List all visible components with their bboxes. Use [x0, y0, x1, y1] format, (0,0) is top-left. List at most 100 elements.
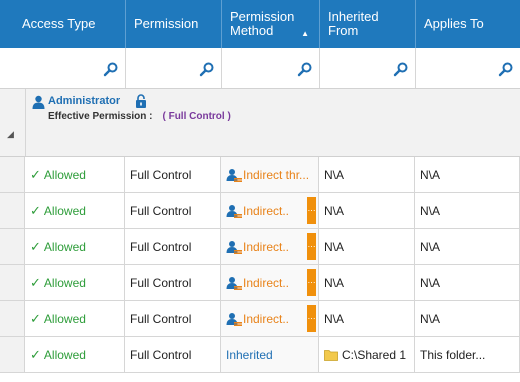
filter-permission[interactable]: [126, 48, 222, 88]
permission-method-link[interactable]: Indirect thr...: [243, 168, 309, 182]
access-type-cell[interactable]: ✓ Allowed: [25, 265, 125, 300]
search-icon[interactable]: [199, 61, 215, 77]
table-row[interactable]: ✓ Allowed Full Control Indirect.. ⋯ N\A N…: [0, 229, 520, 265]
inherited-from-cell[interactable]: N\A: [319, 265, 415, 300]
group-users-icon: [226, 276, 242, 290]
checkmark-icon: ✓: [30, 310, 41, 326]
inherited-from-cell[interactable]: N\A: [319, 193, 415, 228]
ellipsis-icon[interactable]: ⋯: [307, 233, 316, 260]
access-type-cell[interactable]: ✓ Allowed: [25, 337, 125, 372]
applies-to-cell[interactable]: N\A: [415, 157, 520, 192]
access-type-cell[interactable]: ✓ Allowed: [25, 157, 125, 192]
access-type-value: Allowed: [43, 275, 86, 290]
table-row[interactable]: ✓ Allowed Full Control Indirect thr... N\…: [0, 157, 520, 193]
column-header-permission-method[interactable]: Permission Method ▲: [222, 0, 320, 48]
access-type-cell[interactable]: ✓ Allowed: [25, 193, 125, 228]
table-row[interactable]: ✓ Allowed Full Control Indirect.. ⋯ N\A N…: [0, 265, 520, 301]
inherited-from-cell[interactable]: N\A: [319, 157, 415, 192]
permission-method-cell[interactable]: Indirect.. ⋯: [221, 301, 319, 336]
inherited-from-value: N\A: [324, 167, 345, 182]
inherited-from-value: C:\Shared 1: [342, 347, 407, 362]
inherited-from-value: N\A: [324, 239, 345, 254]
row-indent: [0, 229, 25, 264]
expand-caret-icon[interactable]: ◢: [7, 129, 14, 140]
checkmark-icon: ✓: [30, 274, 41, 290]
permission-value: Full Control: [130, 239, 192, 254]
permission-method-cell[interactable]: Indirect.. ⋯: [221, 193, 319, 228]
permission-cell[interactable]: Full Control: [125, 229, 221, 264]
lock-icon: [136, 94, 146, 108]
checkmark-icon: ✓: [30, 346, 41, 362]
permission-value: Full Control: [130, 275, 192, 290]
checkmark-icon: ✓: [30, 238, 41, 254]
column-header-label: Permission: [134, 16, 199, 31]
inherited-from-cell[interactable]: C:\Shared 1: [319, 337, 415, 372]
applies-to-cell[interactable]: N\A: [415, 301, 520, 336]
permission-method-link[interactable]: Indirect..: [243, 204, 289, 218]
group-expander[interactable]: ◢: [0, 89, 26, 156]
filter-applies-to[interactable]: [416, 48, 520, 88]
access-type-value: Allowed: [43, 167, 86, 182]
permission-method-link[interactable]: Indirect..: [243, 276, 289, 290]
permission-method-link[interactable]: Inherited: [226, 348, 273, 362]
permission-cell[interactable]: Full Control: [125, 193, 221, 228]
row-indent: [0, 193, 25, 228]
row-indent: [0, 157, 25, 192]
column-header-label: Applies To: [424, 16, 484, 31]
search-icon[interactable]: [393, 61, 409, 77]
filter-row: [0, 48, 520, 89]
group-user-name: Administrator: [48, 95, 121, 107]
access-type-value: Allowed: [43, 203, 86, 218]
applies-to-cell[interactable]: This folder...: [415, 337, 520, 372]
column-header-inherited-from[interactable]: Inherited From: [320, 0, 416, 48]
permission-method-cell[interactable]: Indirect.. ⋯: [221, 229, 319, 264]
access-type-value: Allowed: [43, 311, 86, 326]
table-row[interactable]: ✓ Allowed Full Control Inherited C:\Share…: [0, 337, 520, 373]
grid-header: Access Type Permission Permission Method…: [0, 0, 520, 48]
group-users-icon: [226, 168, 242, 182]
column-header-access-type[interactable]: Access Type: [0, 0, 126, 48]
permission-cell[interactable]: Full Control: [125, 265, 221, 300]
applies-to-cell[interactable]: N\A: [415, 265, 520, 300]
column-header-permission[interactable]: Permission: [126, 0, 222, 48]
permission-value: Full Control: [130, 347, 192, 362]
permission-method-link[interactable]: Indirect..: [243, 240, 289, 254]
table-row[interactable]: ✓ Allowed Full Control Indirect.. ⋯ N\A N…: [0, 301, 520, 337]
permission-method-cell[interactable]: Indirect thr...: [221, 157, 319, 192]
search-icon[interactable]: [297, 61, 313, 77]
search-icon[interactable]: [103, 61, 119, 77]
ellipsis-icon[interactable]: ⋯: [307, 197, 316, 224]
sort-arrow-icon[interactable]: ▲: [301, 27, 309, 41]
permission-cell[interactable]: Full Control: [125, 301, 221, 336]
search-icon[interactable]: [498, 61, 514, 77]
applies-to-cell[interactable]: N\A: [415, 193, 520, 228]
row-indent: [0, 301, 25, 336]
access-type-cell[interactable]: ✓ Allowed: [25, 301, 125, 336]
permission-method-cell[interactable]: Inherited: [221, 337, 319, 372]
effective-permission-label: Effective Permission :: [48, 111, 153, 122]
filter-access-type[interactable]: [0, 48, 126, 88]
access-type-cell[interactable]: ✓ Allowed: [25, 229, 125, 264]
group-users-icon: [226, 204, 242, 218]
effective-permission-value: ( Full Control ): [162, 111, 231, 122]
column-header-label: Access Type: [22, 16, 96, 31]
permission-method-cell[interactable]: Indirect.. ⋯: [221, 265, 319, 300]
inherited-from-cell[interactable]: N\A: [319, 229, 415, 264]
table-row[interactable]: ✓ Allowed Full Control Indirect.. ⋯ N\A N…: [0, 193, 520, 229]
access-type-value: Allowed: [43, 239, 86, 254]
group-users-icon: [226, 312, 242, 326]
applies-to-value: This folder...: [420, 347, 486, 362]
column-header-applies-to[interactable]: Applies To: [416, 0, 520, 48]
filter-inherited-from[interactable]: [320, 48, 416, 88]
inherited-from-value: N\A: [324, 311, 345, 326]
permission-cell[interactable]: Full Control: [125, 337, 221, 372]
applies-to-cell[interactable]: N\A: [415, 229, 520, 264]
permission-cell[interactable]: Full Control: [125, 157, 221, 192]
group-row-administrator[interactable]: ◢ Administrator Effective Permission : ( …: [0, 89, 520, 157]
permission-method-link[interactable]: Indirect..: [243, 312, 289, 326]
filter-permission-method[interactable]: [222, 48, 320, 88]
inherited-from-cell[interactable]: N\A: [319, 301, 415, 336]
ellipsis-icon[interactable]: ⋯: [307, 305, 316, 332]
ellipsis-icon[interactable]: ⋯: [307, 269, 316, 296]
applies-to-value: N\A: [420, 203, 441, 218]
